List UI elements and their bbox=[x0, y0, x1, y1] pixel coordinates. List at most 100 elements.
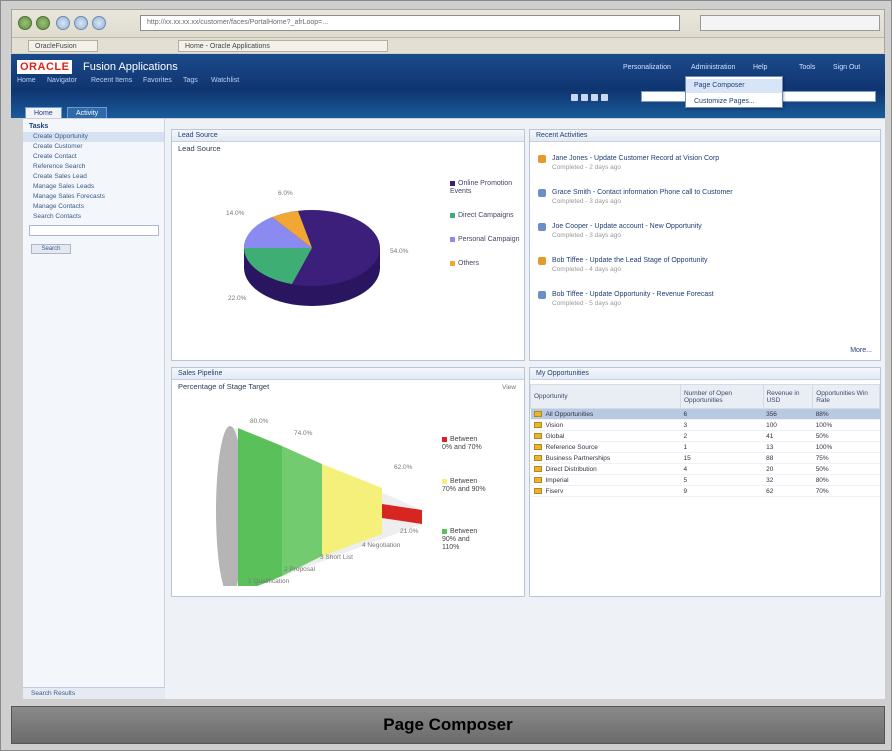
table-cell: 100% bbox=[812, 419, 880, 431]
table-cell: 41 bbox=[763, 430, 813, 442]
refresh-icon[interactable] bbox=[56, 16, 70, 30]
table-cell: 88 bbox=[763, 452, 813, 464]
legend-direct: Direct Campaigns bbox=[450, 212, 520, 220]
col-revenue[interactable]: Revenue in USD bbox=[762, 384, 814, 409]
table-row[interactable]: Business Partnerships 15 88 75% bbox=[530, 452, 880, 464]
recent-activities-panel: Recent Activities Jane Jones - Update Cu… bbox=[529, 129, 881, 361]
table-cell: 4 bbox=[680, 463, 764, 475]
sales-pipeline-title[interactable]: Sales Pipeline bbox=[172, 368, 524, 380]
sidebar-search-input[interactable] bbox=[29, 225, 159, 236]
table-cell: 100% bbox=[812, 441, 880, 453]
activity-icon bbox=[538, 189, 546, 197]
forward-icon[interactable] bbox=[36, 16, 50, 30]
sidebar-item-create-contact[interactable]: Create Contact bbox=[23, 152, 164, 162]
table-row[interactable]: Reference Source 1 13 100% bbox=[530, 441, 880, 453]
browser-tab-2[interactable]: Home - Oracle Applications bbox=[178, 40, 388, 52]
pipeline-view-menu[interactable]: View bbox=[502, 384, 516, 391]
sidebar-footer[interactable]: Search Results bbox=[23, 687, 165, 699]
opportunity-name-cell: All Opportunities bbox=[530, 408, 681, 420]
opportunity-name-cell: Business Partnerships bbox=[530, 452, 681, 464]
lead-source-pie-chart bbox=[243, 210, 380, 306]
dropdown-customize-pages[interactable]: Customize Pages... bbox=[686, 95, 782, 109]
table-row[interactable]: Vision 3 100 100% bbox=[530, 419, 880, 431]
more-link[interactable]: More... bbox=[850, 347, 872, 354]
header-link-tools[interactable]: Tools bbox=[799, 64, 815, 71]
menu-recent-items[interactable]: Recent Items bbox=[91, 77, 132, 84]
activity-icon bbox=[538, 291, 546, 299]
sales-pipeline-panel: Sales Pipeline Percentage of Stage Targe… bbox=[171, 367, 525, 597]
browser-toolbar: http://xx.xx.xx.xx/customer/faces/Portal… bbox=[12, 10, 884, 36]
sales-pipeline-subtitle: Percentage of Stage Target bbox=[178, 382, 270, 391]
table-row[interactable]: Direct Distribution 4 20 50% bbox=[530, 463, 880, 475]
opportunity-label: Direct Distribution bbox=[545, 465, 597, 473]
opportunity-label: Fiserv bbox=[545, 487, 564, 495]
table-row[interactable]: All Opportunities 6 356 88% bbox=[530, 408, 880, 420]
dashboard-main: Lead Source Lead Source 54.0% 22.0% 14.0… bbox=[165, 119, 885, 699]
table-row[interactable]: Global 2 41 50% bbox=[530, 430, 880, 442]
funnel-value-2: 74.0% bbox=[294, 430, 313, 437]
folder-icon bbox=[533, 465, 542, 472]
table-cell: 20 bbox=[763, 463, 813, 475]
pie-label-3: 14.0% bbox=[226, 210, 245, 217]
header-link-signout[interactable]: Sign Out bbox=[833, 64, 860, 71]
header-link-personalization[interactable]: Personalization bbox=[623, 64, 671, 71]
browser-search-input[interactable] bbox=[700, 15, 880, 31]
funnel-legend-2: Between 70% and 90% bbox=[442, 478, 486, 493]
lead-source-title[interactable]: Lead Source bbox=[172, 130, 524, 142]
sidebar-item-manage-forecasts[interactable]: Manage Sales Forecasts bbox=[23, 192, 164, 202]
table-row[interactable]: Fiserv 9 62 70% bbox=[530, 485, 880, 497]
menu-tags[interactable]: Tags bbox=[183, 77, 198, 84]
menu-home[interactable]: Home bbox=[17, 77, 36, 84]
col-win-rate[interactable]: Opportunities Win Rate bbox=[812, 384, 880, 409]
sidebar-item-search-contacts[interactable]: Search Contacts bbox=[23, 212, 164, 222]
menu-navigator[interactable]: Navigator bbox=[47, 77, 77, 84]
folder-icon bbox=[533, 432, 542, 439]
table-cell: 50% bbox=[812, 430, 880, 442]
table-cell: 3 bbox=[680, 419, 764, 431]
table-cell: 9 bbox=[680, 485, 764, 497]
stop-icon[interactable] bbox=[74, 16, 88, 30]
sidebar-item-create-sales-lead[interactable]: Create Sales Lead bbox=[23, 172, 164, 182]
home-icon[interactable] bbox=[92, 16, 106, 30]
opportunity-name-cell: Fiserv bbox=[530, 485, 681, 497]
table-cell: 5 bbox=[680, 474, 764, 486]
stage-label-1: 1 Qualification bbox=[248, 578, 290, 585]
tab-activity[interactable]: Activity bbox=[67, 107, 108, 118]
funnel-stage-proposal bbox=[282, 446, 322, 576]
col-opportunity[interactable]: Opportunity bbox=[530, 384, 681, 409]
opportunity-name-cell: Global bbox=[530, 430, 681, 442]
header-link-administration[interactable]: Administration bbox=[691, 64, 735, 71]
lead-source-subtitle: Lead Source bbox=[178, 144, 221, 153]
stage-label-3: 3 Short List bbox=[320, 554, 353, 561]
sidebar-item-manage-contacts[interactable]: Manage Contacts bbox=[23, 202, 164, 212]
opportunity-label: Global bbox=[545, 432, 565, 440]
table-cell: 88% bbox=[812, 408, 880, 420]
activity-icon bbox=[538, 257, 546, 265]
sidebar-item-manage-sales-leads[interactable]: Manage Sales Leads bbox=[23, 182, 164, 192]
opportunities-table: Opportunity Number of Open Opportunities… bbox=[530, 384, 880, 497]
legend-personal: Personal Campaign bbox=[450, 236, 520, 244]
browser-tab-1[interactable]: OracleFusion bbox=[28, 40, 98, 52]
opportunity-name-cell: Reference Source bbox=[530, 441, 681, 453]
favorite-icon[interactable] bbox=[581, 94, 588, 101]
tag-icon[interactable] bbox=[591, 94, 598, 101]
sidebar-item-reference-search[interactable]: Reference Search bbox=[23, 162, 164, 172]
sidebar-item-create-customer[interactable]: Create Customer bbox=[23, 142, 164, 152]
tab-home[interactable]: Home bbox=[25, 107, 62, 118]
url-bar[interactable]: http://xx.xx.xx.xx/customer/faces/Portal… bbox=[140, 15, 680, 31]
sidebar-search-button[interactable]: Search bbox=[31, 244, 71, 254]
sidebar-item-create-opportunity[interactable]: Create Opportunity bbox=[23, 132, 164, 142]
col-open-count[interactable]: Number of Open Opportunities bbox=[680, 384, 764, 409]
recent-activities-title[interactable]: Recent Activities bbox=[530, 130, 880, 142]
watchlist-icon[interactable] bbox=[601, 94, 608, 101]
print-icon[interactable] bbox=[571, 94, 578, 101]
menu-watchlist[interactable]: Watchlist bbox=[211, 77, 239, 84]
header-link-help[interactable]: Help bbox=[753, 64, 767, 71]
menu-favorites[interactable]: Favorites bbox=[143, 77, 172, 84]
back-icon[interactable] bbox=[18, 16, 32, 30]
funnel-value-1: 80.0% bbox=[250, 418, 269, 425]
opportunities-table-body: All Opportunities 6 356 88% Vision 3 100 100% Gl… bbox=[530, 408, 880, 497]
opportunities-title[interactable]: My Opportunities bbox=[530, 368, 880, 380]
dropdown-page-composer[interactable]: Page Composer bbox=[686, 79, 782, 93]
table-row[interactable]: Imperial 5 32 80% bbox=[530, 474, 880, 486]
